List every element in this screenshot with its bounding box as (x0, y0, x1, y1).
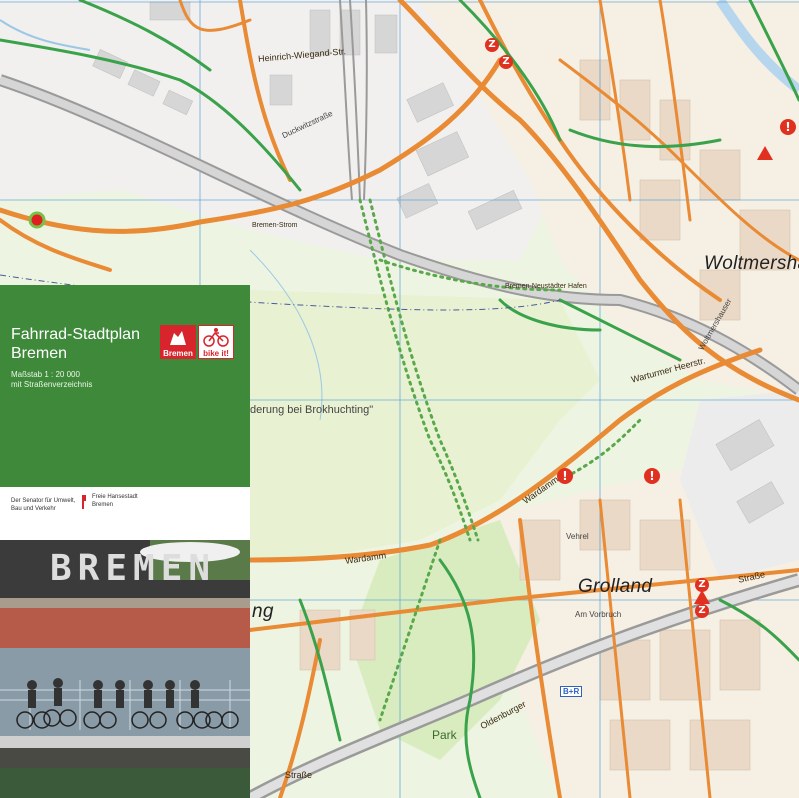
hazard-sign-icon[interactable] (694, 590, 710, 604)
hazard-sign-icon[interactable] (757, 146, 773, 160)
bremen-sign-text: BREMEN (50, 548, 217, 589)
logo-bremen-text: Bremen (163, 349, 193, 358)
warning-marker-1[interactable]: ! (557, 468, 573, 484)
place-label-park: Park (432, 728, 457, 742)
street-label-bremen-strom: Bremen-Strom (252, 222, 298, 229)
street-label-neustaedter-hafen: Bremen-Neustädter Hafen (505, 283, 587, 290)
bicycle-icon (203, 328, 229, 347)
place-label-woltmershausen: Woltmersha (704, 253, 799, 274)
cover-scale: Maßstab 1 : 20 000 (11, 370, 80, 379)
place-label-partial: ng (252, 601, 274, 622)
bremen-key-icon (82, 495, 86, 509)
hansestadt-credit: Freie Hansestadt Bremen (92, 494, 138, 508)
cover-city: Bremen (11, 345, 68, 362)
senator-credit: Der Senator für Umwelt, Bau und Verkehr (11, 498, 76, 512)
cover-title: Fahrrad-Stadtplan (11, 326, 140, 343)
bike-station-marker (28, 211, 46, 229)
street-label-am-vorbruch: Am Vorbruch (575, 610, 622, 619)
z-marker-2[interactable]: Z (499, 55, 513, 69)
warning-marker-3[interactable]: ! (780, 119, 796, 135)
nature-area-label: derung bei Brokhuchting" (250, 404, 374, 416)
street-label-vehrel: Vehrel (566, 532, 589, 541)
town-musicians-icon (170, 331, 186, 345)
street-label-strasse-2: Straße (285, 770, 313, 780)
warning-marker-2[interactable]: ! (644, 468, 660, 484)
cover-index-note: mit Straßenverzeichnis (11, 380, 93, 389)
place-label-grolland: Grolland (578, 576, 653, 597)
z-marker-4[interactable]: Z (695, 604, 709, 618)
bike-and-ride-marker[interactable]: B+R (560, 686, 583, 697)
logo-bike-text: bike it! (203, 349, 229, 358)
bremen-bike-it-logo: Bremen bike it! (160, 325, 234, 359)
z-marker-1[interactable]: Z (485, 38, 499, 52)
